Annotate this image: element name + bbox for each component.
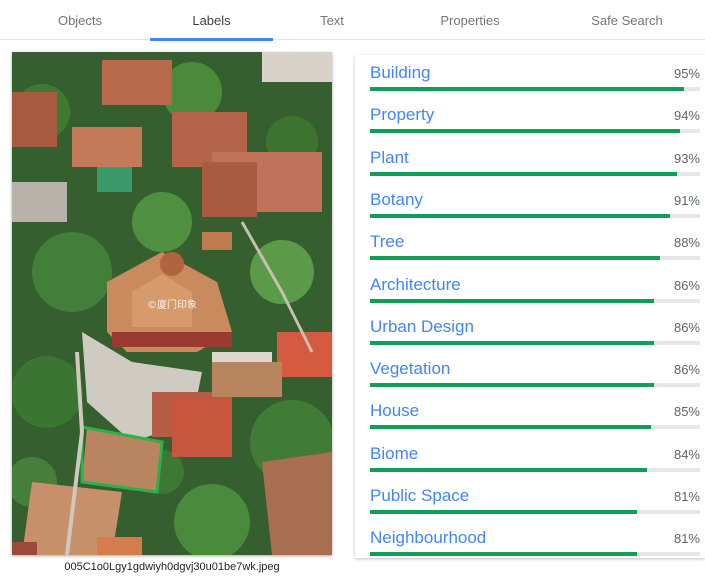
score-bar (370, 340, 700, 345)
score-bar (370, 552, 700, 557)
label-name: Biome (370, 443, 419, 463)
label-row[interactable]: Architecture 86% (370, 267, 700, 309)
score-bar (370, 425, 700, 430)
label-score: 86% (673, 277, 700, 293)
score-bar (370, 171, 700, 176)
score-bar (370, 298, 700, 303)
score-bar (370, 129, 700, 134)
score-bar-fill (370, 383, 654, 388)
score-bar (370, 256, 700, 261)
label-name: Urban Design (370, 316, 474, 336)
tab-bar: Objects Labels Text Properties Safe Sear… (0, 0, 705, 41)
label-score: 94% (673, 108, 700, 124)
score-bar (370, 510, 700, 514)
label-score: 91% (673, 192, 700, 208)
image-filename: 005C1o0Lgy1gdwiyh0dgvj30u01be7wk.jpeg (64, 561, 280, 573)
label-name: Building (370, 63, 431, 82)
uploaded-photo: ©厦门印象 (12, 52, 332, 555)
tab-properties[interactable]: Properties (391, 0, 549, 40)
score-bar-fill (370, 256, 661, 261)
label-score: 81% (673, 489, 700, 504)
score-bar-fill (370, 425, 651, 430)
score-bar-fill (370, 340, 654, 345)
label-row[interactable]: Urban Design 86% (370, 309, 700, 351)
label-row[interactable]: Plant 93% (370, 140, 700, 182)
tab-text[interactable]: Text (273, 0, 391, 40)
score-bar (370, 467, 700, 472)
score-bar-fill (370, 213, 671, 218)
label-row[interactable]: Tree 88% (370, 224, 700, 266)
score-bar-fill (370, 298, 654, 303)
tab-labels[interactable]: Labels (150, 0, 273, 41)
label-name: House (370, 401, 420, 421)
label-score: 85% (673, 404, 700, 420)
tab-objects[interactable]: Objects (0, 0, 160, 40)
label-row[interactable]: Public Space 81% (370, 478, 700, 520)
label-name: Vegetation (370, 359, 451, 379)
score-bar-fill (370, 171, 677, 176)
label-name: Property (370, 105, 435, 125)
label-row[interactable]: Botany 91% (370, 182, 700, 224)
label-row[interactable]: Property 94% (370, 97, 700, 139)
aerial-photo-illustration: ©厦门印象 (12, 52, 332, 555)
label-score: 93% (673, 150, 700, 166)
score-bar-fill (370, 87, 684, 91)
label-score: 84% (673, 446, 700, 462)
label-score: 86% (673, 319, 700, 335)
score-bar-fill (370, 510, 638, 514)
label-score: 95% (673, 66, 700, 81)
label-name: Architecture (370, 274, 461, 294)
label-name: Tree (370, 232, 405, 252)
score-bar (370, 87, 700, 91)
label-row[interactable]: Biome 84% (370, 436, 700, 478)
photo-watermark: ©厦门印象 (147, 298, 197, 311)
label-row[interactable]: Building 95% (370, 55, 700, 97)
score-bar-fill (370, 129, 681, 134)
tab-safe-search[interactable]: Safe Search (549, 0, 705, 40)
label-name: Plant (370, 147, 409, 167)
labels-panel: Building 95% Property 94% Plant 93% Bota… (355, 55, 705, 558)
label-row[interactable]: Neighbourhood 81% (370, 520, 700, 558)
label-row[interactable]: House 85% (370, 393, 700, 435)
label-name: Botany (370, 189, 423, 209)
label-name: Public Space (370, 486, 470, 505)
score-bar-fill (370, 552, 638, 557)
label-score: 81% (673, 531, 700, 547)
score-bar-fill (370, 467, 648, 472)
label-score: 88% (673, 235, 700, 251)
score-bar (370, 383, 700, 388)
score-bar (370, 213, 700, 218)
label-row[interactable]: Vegetation 86% (370, 351, 700, 393)
label-name: Neighbourhood (370, 528, 487, 548)
label-score: 86% (673, 362, 700, 378)
